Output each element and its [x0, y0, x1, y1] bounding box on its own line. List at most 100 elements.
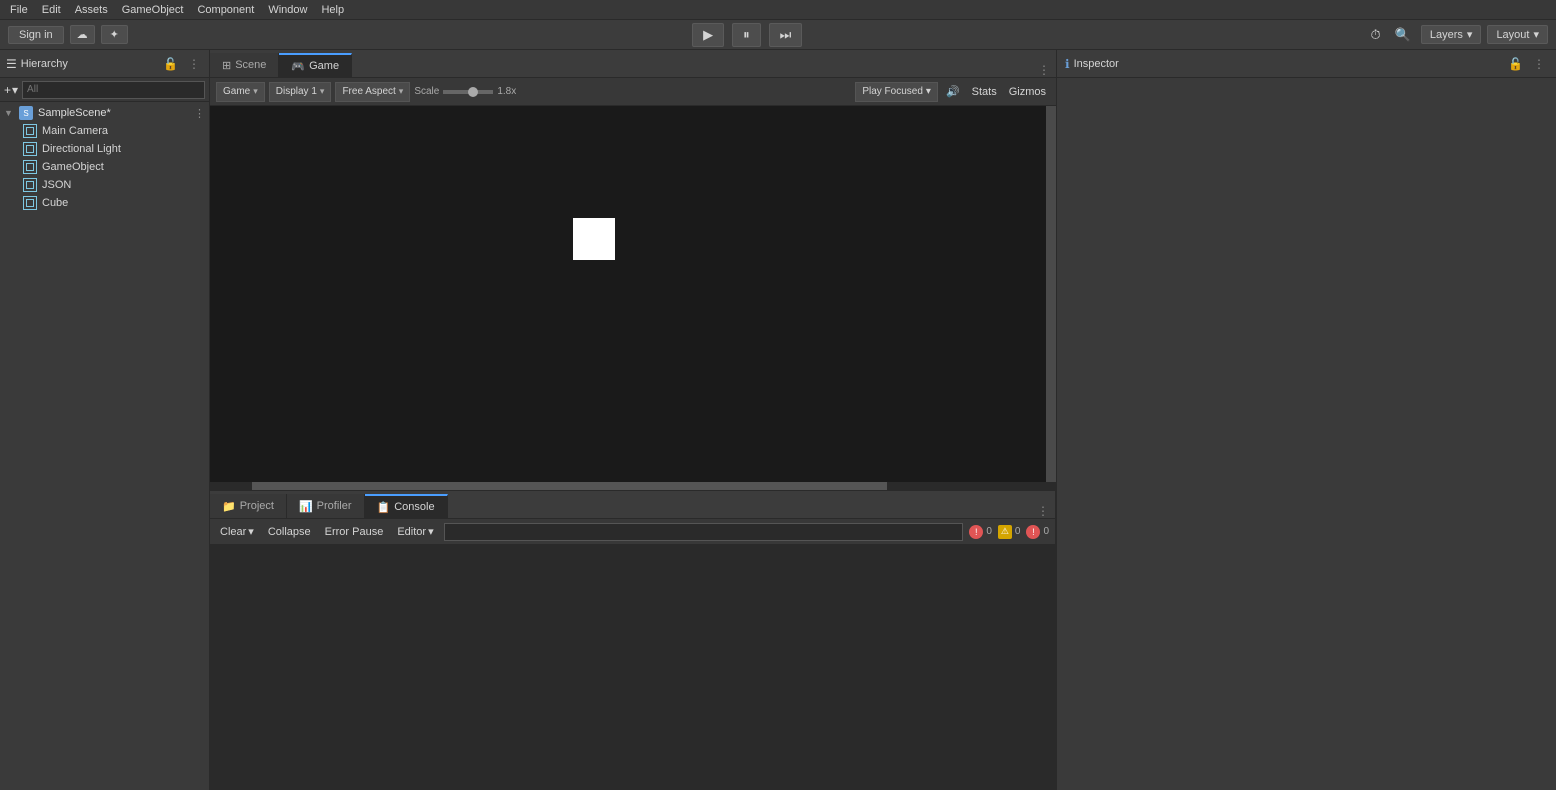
- menu-assets[interactable]: Assets: [69, 3, 114, 17]
- menu-component[interactable]: Component: [191, 3, 260, 17]
- warning-count-label: 0: [1015, 526, 1021, 537]
- play-focused-arrow: ▾: [926, 86, 931, 97]
- step-button[interactable]: ⏭: [769, 23, 803, 47]
- game-display-mode-dropdown[interactable]: Game ▾: [216, 82, 265, 102]
- scale-value: 1.8x: [497, 86, 516, 97]
- collapse-button[interactable]: Collapse: [264, 525, 315, 539]
- game-view-scrollbar-h-thumb: [252, 482, 887, 490]
- layout-chevron-icon: ▾: [1533, 28, 1539, 41]
- menu-edit[interactable]: Edit: [36, 3, 67, 17]
- json-label: JSON: [42, 179, 71, 191]
- hierarchy-lock-button[interactable]: 🔓: [160, 56, 181, 72]
- project-tab-folder-icon: 📁: [222, 500, 236, 513]
- inspector-header: ℹ Inspector 🔓 ⋮: [1057, 50, 1556, 78]
- profiler-tab-label: Profiler: [317, 500, 352, 512]
- error-count-badge[interactable]: ! 0: [969, 525, 992, 539]
- menu-bar: File Edit Assets GameObject Component Wi…: [0, 0, 1556, 20]
- scene-icon: S: [19, 106, 33, 120]
- play-button[interactable]: ▶: [692, 23, 724, 47]
- inspector-title: Inspector: [1074, 58, 1501, 70]
- layers-dropdown[interactable]: Layers ▾: [1421, 25, 1482, 44]
- scene-more-icon[interactable]: ⋮: [194, 107, 205, 120]
- top-bar: Sign in ☁ ✦ ▶ ⏸ ⏭ ⏱ 🔍 Layers ▾ Layout ▾: [0, 20, 1556, 50]
- layers-chevron-icon: ▾: [1467, 28, 1473, 41]
- editor-dropdown-button[interactable]: Editor ▾: [393, 524, 437, 539]
- menu-gameobject[interactable]: GameObject: [116, 3, 190, 17]
- layout-dropdown[interactable]: Layout ▾: [1487, 25, 1548, 44]
- scale-slider[interactable]: [443, 90, 493, 94]
- aspect-ratio-dropdown[interactable]: Free Aspect ▾: [335, 82, 410, 102]
- display-arrow: ▾: [320, 86, 325, 97]
- cube-object-icon: [23, 196, 37, 210]
- editor-label: Editor: [397, 526, 426, 538]
- bottom-tab-more-button[interactable]: ⋮: [1031, 504, 1055, 518]
- audio-button[interactable]: 🔊: [942, 84, 964, 99]
- console-toolbar: Clear ▾ Collapse Error Pause Editor ▾ ! …: [210, 519, 1055, 545]
- game-dropdown-arrow: ▾: [253, 86, 258, 97]
- menu-window[interactable]: Window: [262, 3, 313, 17]
- unity-logo-button[interactable]: ✦: [101, 25, 128, 44]
- hierarchy-gameobject-item[interactable]: GameObject: [0, 158, 209, 176]
- aspect-arrow: ▾: [399, 86, 404, 97]
- hierarchy-directional-light-item[interactable]: Directional Light: [0, 140, 209, 158]
- search-button[interactable]: 🔍: [1391, 25, 1415, 45]
- layout-label: Layout: [1496, 29, 1529, 41]
- unity-icon: ✦: [110, 29, 119, 41]
- hierarchy-scene-item[interactable]: ▼ S SampleScene* ⋮: [0, 104, 209, 122]
- game-view-scrollbar-h[interactable]: [210, 482, 1056, 490]
- display-number-dropdown[interactable]: Display 1 ▾: [269, 82, 332, 102]
- tab-profiler[interactable]: 📊 Profiler: [287, 494, 365, 518]
- tab-scene[interactable]: ⊞ Scene: [210, 53, 279, 77]
- hierarchy-json-item[interactable]: JSON: [0, 176, 209, 194]
- pause-button[interactable]: ⏸: [732, 23, 761, 47]
- game-toolbar: Game ▾ Display 1 ▾ Free Aspect ▾ Scale 1…: [210, 78, 1056, 106]
- hierarchy-main-camera-item[interactable]: Main Camera: [0, 122, 209, 140]
- tab-more-button[interactable]: ⋮: [1032, 63, 1056, 77]
- warning-count-badge[interactable]: ⚠ 0: [998, 525, 1021, 539]
- sign-in-button[interactable]: Sign in: [8, 26, 64, 44]
- menu-file[interactable]: File: [4, 3, 34, 17]
- console-search-input[interactable]: [444, 523, 964, 541]
- tab-game[interactable]: 🎮 Game: [279, 53, 352, 77]
- error-icon: !: [969, 525, 983, 539]
- hierarchy-panel: ☰ Hierarchy 🔓 ⋮ + ▾ ▼ S SampleScene* ⋮: [0, 50, 210, 790]
- bottom-tab-bar: 📁 Project 📊 Profiler 📋 Console ⋮: [210, 491, 1055, 519]
- info-count-badge[interactable]: ! 0: [1026, 525, 1049, 539]
- history-button[interactable]: ⏱: [1367, 25, 1385, 45]
- hierarchy-search-input[interactable]: [22, 81, 205, 99]
- project-tab-label: Project: [240, 500, 274, 512]
- bottom-left-panel: 📁 Project 📊 Profiler 📋 Console ⋮: [210, 491, 1056, 790]
- hierarchy-more-button[interactable]: ⋮: [185, 56, 203, 72]
- game-view: [210, 106, 1056, 490]
- gizmos-button[interactable]: Gizmos: [1005, 85, 1050, 99]
- game-view-scrollbar-v[interactable]: [1046, 106, 1056, 482]
- info-icon: !: [1026, 525, 1040, 539]
- menu-help[interactable]: Help: [315, 3, 350, 17]
- play-focused-label: Play Focused: [862, 86, 923, 97]
- play-focused-dropdown[interactable]: Play Focused ▾: [855, 82, 938, 102]
- cloud-button[interactable]: ☁: [70, 25, 95, 44]
- inspector-lock-button[interactable]: 🔓: [1505, 56, 1526, 72]
- directional-light-label: Directional Light: [42, 143, 121, 155]
- aspect-label: Free Aspect: [342, 86, 395, 97]
- plus-icon: +: [4, 83, 11, 97]
- hierarchy-content: ▼ S SampleScene* ⋮ Main Camera Direction…: [0, 102, 209, 790]
- cloud-icon: ☁: [77, 29, 88, 41]
- plus-chevron-icon: ▾: [12, 83, 18, 97]
- error-pause-button[interactable]: Error Pause: [321, 525, 388, 539]
- inspector-more-button[interactable]: ⋮: [1530, 56, 1548, 72]
- game-view-cube: [573, 218, 615, 260]
- console-tab-label: Console: [394, 501, 434, 513]
- tab-console[interactable]: 📋 Console: [365, 494, 448, 518]
- hierarchy-cube-item[interactable]: Cube: [0, 194, 209, 212]
- light-object-icon: [23, 142, 37, 156]
- hierarchy-add-button[interactable]: + ▾: [4, 83, 18, 97]
- top-bar-center: ▶ ⏸ ⏭: [128, 23, 1367, 47]
- game-dropdown-label: Game: [223, 86, 250, 97]
- cube-label: Cube: [42, 197, 68, 209]
- clear-dropdown-button[interactable]: Clear ▾: [216, 524, 258, 539]
- tab-project[interactable]: 📁 Project: [210, 494, 287, 518]
- clear-chevron-icon: ▾: [248, 525, 254, 538]
- stats-button[interactable]: Stats: [968, 85, 1001, 99]
- console-content: [210, 545, 1055, 790]
